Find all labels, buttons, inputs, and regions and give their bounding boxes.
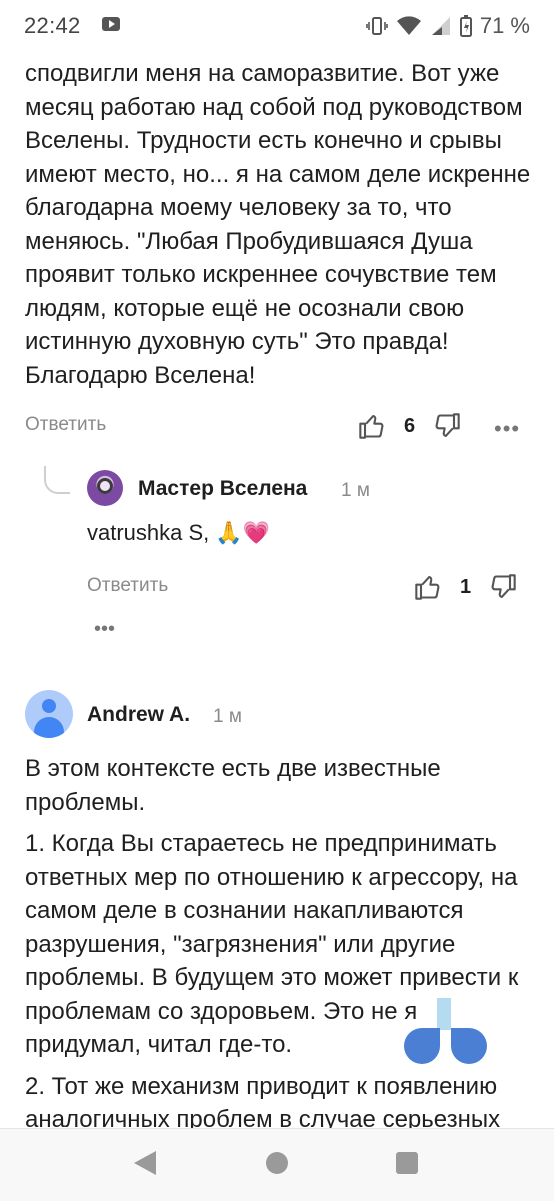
back-icon[interactable] <box>134 1151 156 1175</box>
comment-time: 1 м <box>213 706 242 727</box>
reply-button[interactable]: Ответить <box>87 575 168 597</box>
recents-icon[interactable] <box>396 1152 418 1174</box>
thumbs-up-icon[interactable] <box>358 412 386 440</box>
reply-vote-group: 1 <box>414 573 517 601</box>
youtube-icon <box>102 17 120 31</box>
reply-button[interactable]: Ответить <box>25 414 106 436</box>
avatar[interactable] <box>87 470 123 506</box>
thumbs-down-icon[interactable] <box>433 412 461 440</box>
comment-text: сподвигли меня на саморазвитие. Вот уже … <box>25 60 531 389</box>
comment-body: В этом контексте есть две известные проб… <box>25 752 535 1128</box>
selection-handle-right[interactable] <box>451 1028 487 1064</box>
thumbs-down-icon[interactable] <box>489 573 517 601</box>
comment-paragraph: 1. Когда Вы стараетесь не предпринимать … <box>25 830 519 1058</box>
comment-vote-group: 6 <box>358 412 461 440</box>
wifi-icon <box>396 16 421 35</box>
thumbs-up-icon[interactable] <box>414 573 442 601</box>
vibrate-icon <box>366 17 388 35</box>
thread-connector <box>44 466 70 494</box>
home-icon[interactable] <box>266 1152 288 1174</box>
like-count: 6 <box>404 414 416 437</box>
reply-actions: Ответить <box>87 575 168 597</box>
reply-author[interactable]: Мастер Вселена <box>138 477 307 501</box>
status-bar: 22:42 71 % <box>0 0 554 52</box>
signal-icon <box>431 17 450 35</box>
comments-feed[interactable]: сподвигли меня на саморазвитие. Вот уже … <box>0 0 554 1128</box>
text-selection-highlight <box>437 998 451 1030</box>
comment-author[interactable]: Andrew A. <box>87 703 190 727</box>
comment-paragraph: 2. Тот же механизм приводит к появлению … <box>25 1072 501 1129</box>
reply-time: 1 м <box>341 480 370 501</box>
status-icons: 71 % <box>366 13 530 39</box>
reply-text: vatrushka S, 🙏💗 <box>87 520 271 545</box>
navigation-bar <box>0 1128 554 1201</box>
more-options-icon[interactable]: ••• <box>494 416 520 442</box>
person-icon <box>42 699 56 713</box>
more-options-icon[interactable]: ••• <box>94 618 115 641</box>
comment-actions: Ответить <box>25 414 106 436</box>
selection-handle-left[interactable] <box>404 1028 440 1064</box>
avatar[interactable] <box>25 690 73 738</box>
battery-icon <box>459 15 472 37</box>
like-count: 1 <box>460 575 472 598</box>
battery-percent: 71 % <box>479 13 530 38</box>
status-time: 22:42 <box>24 13 81 38</box>
comment-paragraph: В этом контексте есть две известные проб… <box>25 755 441 816</box>
